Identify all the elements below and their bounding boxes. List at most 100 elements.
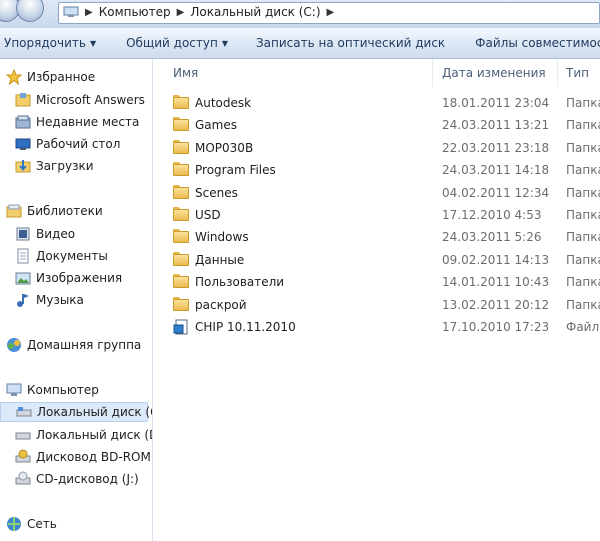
file-date: 17.10.2010 17:23 (442, 320, 550, 334)
column-divider[interactable] (432, 59, 433, 87)
downloads-icon (15, 158, 31, 174)
sidebar-libraries[interactable]: Библиотеки (0, 201, 103, 221)
sidebar-item-desktop[interactable]: Рабочий стол (0, 134, 120, 154)
sidebar-item-label: Загрузки (36, 159, 94, 173)
sidebar-favorites-label: Избранное (27, 70, 96, 84)
table-row[interactable]: Пользователи 14.01.2011 10:43 Папка (153, 271, 600, 293)
sidebar-item-label: Локальный диск (D:) (36, 428, 152, 442)
folder-icon (173, 184, 189, 199)
sidebar-network[interactable]: Сеть (0, 514, 57, 534)
sidebar-item-music[interactable]: Музыка (0, 290, 84, 310)
table-row[interactable]: Данные 09.02.2011 14:13 Папка (153, 249, 600, 271)
music-icon (15, 292, 31, 308)
table-row[interactable]: Autodesk 18.01.2011 23:04 Папка (153, 92, 600, 114)
folder-icon (173, 229, 189, 244)
libraries-icon (6, 203, 22, 219)
folder-icon (173, 274, 189, 289)
address-bar: ▶ Компьютер ▶ Локальный диск (C:) ▶ (0, 0, 600, 29)
sidebar-favorites[interactable]: Избранное (0, 67, 95, 87)
file-date: 09.02.2011 14:13 (442, 252, 550, 267)
computer-icon (63, 6, 79, 17)
table-row[interactable]: Program Files 24.03.2011 14:18 Папка (153, 159, 600, 181)
recent-places-icon (15, 114, 31, 130)
sidebar-item-downloads[interactable]: Загрузки (0, 156, 94, 176)
sidebar-item-local-disk-c[interactable]: Локальный диск (C:) (0, 402, 152, 422)
nav-buttons (0, 0, 44, 24)
burn-button[interactable]: Записать на оптический диск (242, 36, 459, 50)
table-row[interactable]: CHIP 10.11.2010 17.10.2010 17:23 Файл (153, 316, 600, 338)
column-headers: Имя Дата изменения Тип (153, 59, 600, 87)
sidebar-computer-label: Компьютер (27, 383, 99, 397)
file-date: 04.02.2011 12:34 (442, 185, 550, 200)
command-bar: Упорядочить ▼ Общий доступ ▼ Записать на о… (0, 28, 600, 59)
cd-drive-icon (15, 471, 31, 487)
file-name: CHIP 10.11.2010 (195, 320, 296, 334)
sidebar-item-label: Локальный диск (C:) (37, 405, 152, 419)
table-row[interactable]: Games 24.03.2011 13:21 Папка (153, 114, 600, 136)
file-type: Папка (566, 252, 600, 267)
column-header-date[interactable]: Дата изменения (442, 66, 546, 80)
sidebar-item-bd-rom[interactable]: Дисковод BD-ROM ( (0, 447, 152, 467)
file-date: 18.01.2011 23:04 (442, 96, 550, 110)
sidebar-item-documents[interactable]: Документы (0, 246, 108, 266)
breadcrumb-separator-icon[interactable]: ▶ (85, 7, 93, 18)
video-icon (15, 226, 31, 242)
table-row[interactable]: USD 17.12.2010 4:53 Папка (153, 204, 600, 226)
sidebar-homegroup[interactable]: Домашняя группа (0, 335, 141, 355)
file-list[interactable]: Имя Дата изменения Тип Autodesk 18.01.201… (153, 59, 600, 541)
folder-icon (173, 207, 189, 221)
column-header-name[interactable]: Имя (173, 66, 198, 80)
breadcrumb-separator-icon[interactable]: ▶ (177, 7, 185, 18)
organize-button[interactable]: Упорядочить ▼ (0, 36, 110, 50)
folder-icon (173, 95, 189, 109)
network-icon (6, 516, 22, 532)
chevron-down-icon: ▼ (89, 39, 97, 48)
breadcrumb-local-disk-c[interactable]: Локальный диск (C:) (190, 5, 320, 19)
breadcrumb-separator-icon[interactable]: ▶ (327, 7, 335, 18)
pictures-icon (15, 270, 31, 286)
table-row[interactable]: MOP030B 22.03.2011 23:18 Папка (153, 137, 600, 159)
share-button[interactable]: Общий доступ ▼ (110, 36, 242, 50)
file-icon (173, 319, 189, 335)
sidebar-item-recent-places[interactable]: Недавние места (0, 112, 139, 132)
navigation-pane[interactable]: Избранное Microsoft Answers Недавние мес… (0, 59, 153, 541)
sidebar-libraries-label: Библиотеки (27, 204, 103, 218)
file-date: 22.03.2011 23:18 (442, 140, 550, 155)
sidebar-item-label: Изображения (36, 271, 123, 285)
file-name: Autodesk (195, 96, 252, 110)
table-row[interactable]: Scenes 04.02.2011 12:34 Папка (153, 182, 600, 204)
folder-icon (173, 139, 189, 154)
optical-drive-icon (15, 449, 31, 465)
sidebar-item-label: Microsoft Answers (36, 93, 145, 107)
sidebar-item-label: Рабочий стол (36, 137, 121, 151)
table-row[interactable]: раскрой 13.02.2011 20:12 Папка (153, 294, 600, 316)
file-name: Данные (195, 252, 245, 267)
organize-label: Упорядочить (4, 36, 86, 50)
sidebar-item-local-disk-d[interactable]: Локальный диск (D:) (0, 425, 152, 445)
computer-icon (6, 382, 22, 398)
forward-button[interactable] (16, 0, 44, 22)
address-field[interactable]: ▶ Компьютер ▶ Локальный диск (C:) ▶ (58, 2, 600, 24)
file-date: 14.01.2011 10:43 (442, 275, 550, 290)
compatibility-files-button[interactable]: Файлы совместимости (459, 36, 600, 50)
file-type: Файл (566, 320, 600, 334)
folder-icon (173, 251, 189, 266)
sidebar-item-cd-drive-j[interactable]: CD-дисковод (J:) (0, 469, 139, 489)
table-row[interactable]: Windows 24.03.2011 5:26 Папка (153, 226, 600, 248)
folder-icon (173, 296, 189, 311)
sidebar-item-pictures[interactable]: Изображения (0, 268, 122, 288)
sidebar-homegroup-label: Домашняя группа (27, 338, 142, 352)
breadcrumb-computer[interactable]: Компьютер (99, 5, 171, 19)
sidebar-item-video[interactable]: Видео (0, 224, 75, 244)
file-name: Пользователи (195, 275, 285, 290)
file-name: Program Files (195, 163, 276, 178)
sidebar-item-microsoft-answers[interactable]: Microsoft Answers (0, 90, 145, 110)
sidebar-computer[interactable]: Компьютер (0, 380, 99, 400)
share-label: Общий доступ (126, 36, 218, 50)
file-date: 24.03.2011 5:26 (442, 230, 542, 245)
file-name: USD (195, 208, 221, 222)
hard-drive-icon (16, 404, 32, 420)
column-divider[interactable] (557, 59, 558, 87)
column-header-type[interactable]: Тип (566, 66, 589, 80)
file-type: Папка (566, 230, 600, 245)
